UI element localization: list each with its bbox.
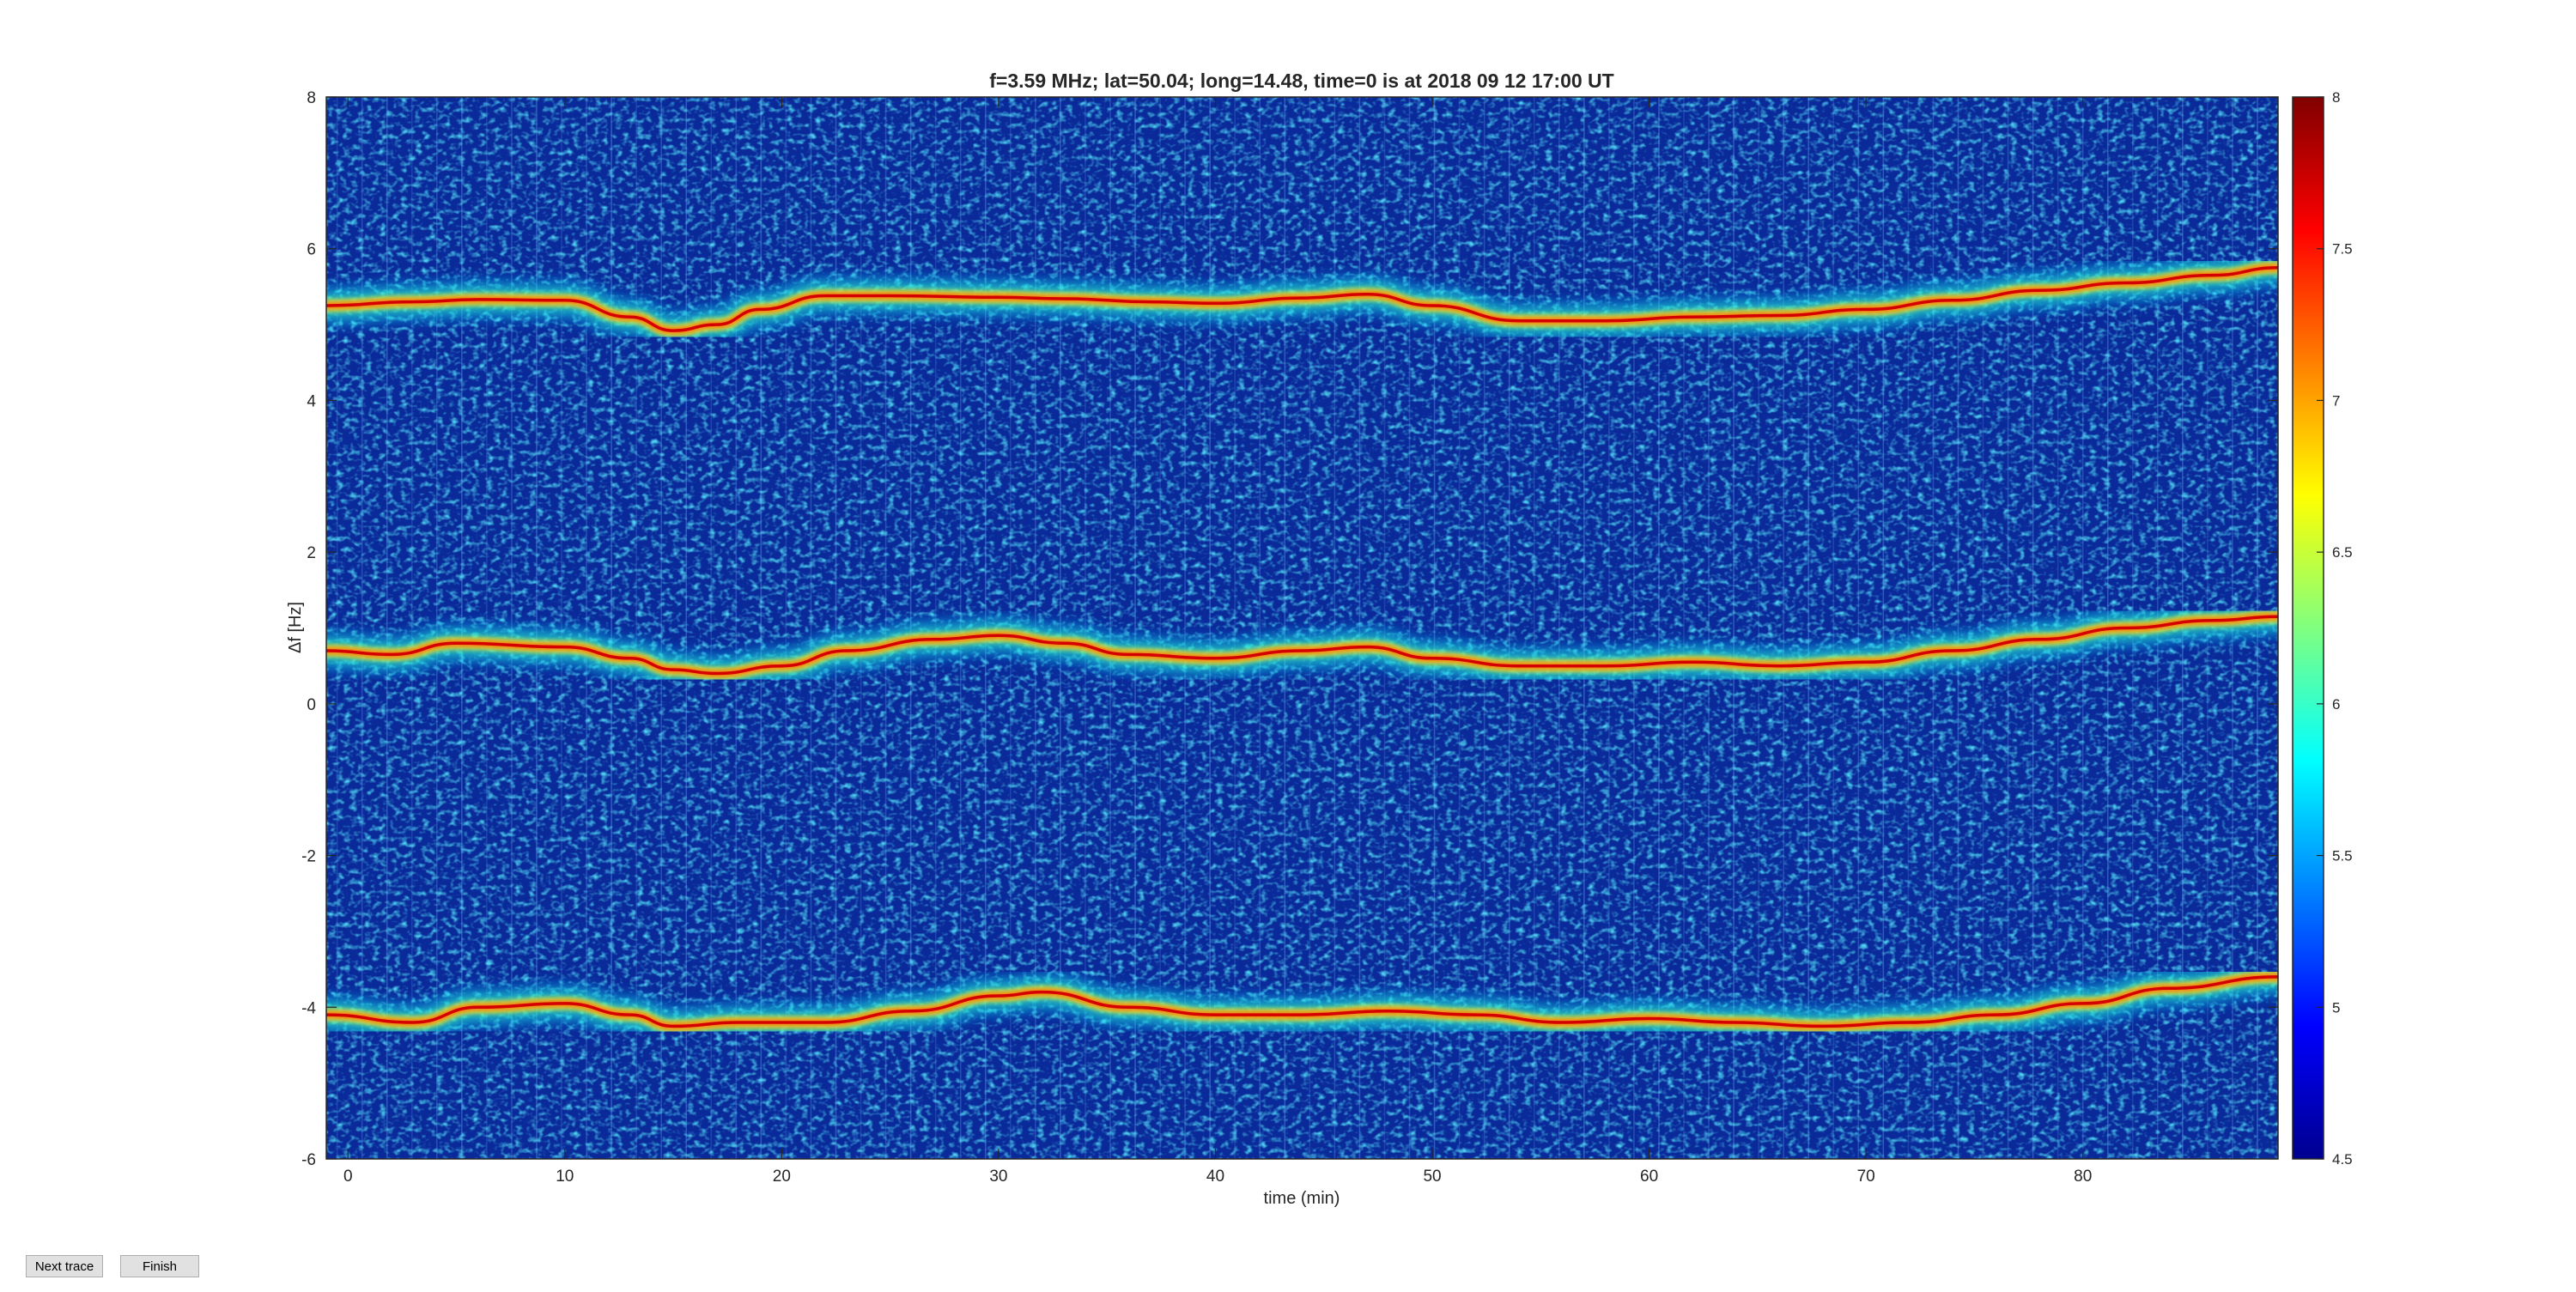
colorbar-tick-label: 7	[2332, 392, 2340, 409]
y-tick-label: 0	[307, 696, 316, 714]
y-axis-label: Δf [Hz]	[286, 602, 305, 653]
y-tick-label: 6	[307, 241, 316, 259]
y-tick-label: -4	[301, 999, 316, 1017]
y-tick-label: 8	[307, 89, 316, 107]
x-tick-label: 80	[2074, 1168, 2092, 1186]
spectrogram-figure: f=3.59 MHz; lat=50.04; long=14.48, time=…	[286, 70, 2353, 1208]
y-tick-label: 4	[307, 392, 316, 410]
colorbar-tick-label: 6	[2332, 696, 2340, 713]
x-tick-label: 50	[1423, 1168, 1441, 1186]
x-tick-label: 20	[773, 1168, 791, 1186]
x-tick-label: 10	[556, 1168, 574, 1186]
colorbar-gradient	[2292, 96, 2324, 1160]
colorbar: 4.5 5 5.5 6 6.5 7 7.5 8	[2292, 89, 2353, 1168]
colorbar-tick-label: 4.5	[2332, 1151, 2353, 1168]
plot-area: 0 10 20 30 40 50 60 70 80 -6 -4 -2 0 2 4 6 8	[301, 89, 2279, 1186]
colorbar-tick-label: 6.5	[2332, 544, 2353, 561]
y-tick-label: -6	[301, 1151, 316, 1169]
x-tick-label: 70	[1857, 1168, 1875, 1186]
colorbar-tick-label: 5.5	[2332, 848, 2353, 864]
x-tick-label: 30	[989, 1168, 1007, 1186]
y-tick-label: 2	[307, 544, 316, 562]
y-tick-label: -2	[301, 848, 316, 866]
colorbar-tick-label: 8	[2332, 89, 2340, 106]
x-tick-label: 60	[1640, 1168, 1658, 1186]
finish-button[interactable]: Finish	[120, 1255, 199, 1277]
x-tick-label: 0	[343, 1168, 353, 1186]
colorbar-tick-label: 5	[2332, 999, 2340, 1016]
chart-title: f=3.59 MHz; lat=50.04; long=14.48, time=…	[989, 70, 1613, 92]
x-tick-label: 40	[1206, 1168, 1224, 1186]
next-trace-button[interactable]: Next trace	[26, 1255, 103, 1277]
colorbar-tick-label: 7.5	[2332, 241, 2353, 258]
x-axis-label: time (min)	[1264, 1189, 1340, 1208]
